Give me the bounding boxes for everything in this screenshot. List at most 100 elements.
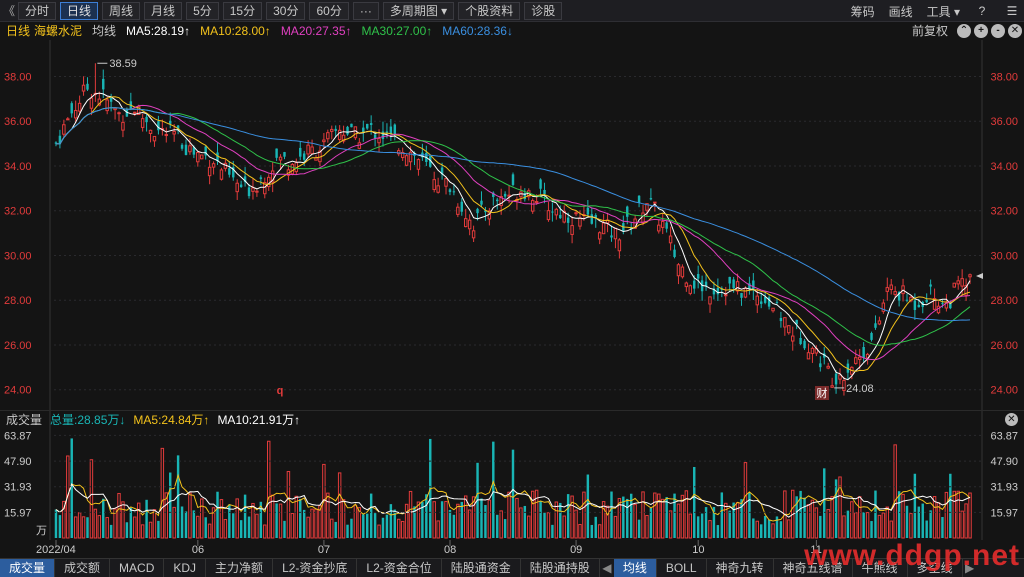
volume-title: 成交量 <box>6 413 43 427</box>
volume-bar-down <box>425 494 428 538</box>
candle-body-up <box>676 264 681 277</box>
volume-bar-up <box>578 524 582 539</box>
tab-7[interactable]: 陆股通资金 <box>442 559 521 577</box>
volume-bar-down <box>874 490 877 538</box>
tab-right-1[interactable]: BOLL <box>657 559 707 577</box>
volume-bar-up <box>668 510 673 539</box>
volume-bar-up <box>160 447 165 539</box>
volume-bar-up <box>680 494 685 539</box>
tab-6[interactable]: L2-资金合位 <box>357 559 442 577</box>
date-label: 06 <box>192 544 204 556</box>
tab-0[interactable]: 成交量 <box>0 559 56 577</box>
volume-tick-right: 15.97 <box>990 507 1018 519</box>
volume-bar-down <box>665 497 668 538</box>
volume-bar-up <box>330 518 334 539</box>
volume-bar-down <box>673 493 676 538</box>
ma60-line <box>55 107 971 322</box>
volume-bar-down <box>763 515 767 538</box>
current-price-marker <box>976 273 983 279</box>
candle-body-down <box>779 317 783 322</box>
candle-body-up <box>791 335 795 342</box>
candle-body-up <box>121 121 125 131</box>
date-label: 10 <box>692 544 704 556</box>
volume-bar-down <box>720 492 724 538</box>
candle-body-down <box>503 193 507 197</box>
volume-bar-up <box>188 492 192 539</box>
volume-bar-up <box>964 503 968 539</box>
volume-bar-up <box>842 515 846 539</box>
volume-bar-down <box>145 499 148 538</box>
volume-close-icon[interactable]: ✕ <box>1005 413 1018 426</box>
tab-2[interactable]: MACD <box>110 559 165 577</box>
volume-bar-up <box>140 524 145 539</box>
candle-body-up <box>885 287 890 292</box>
candle-body-down <box>649 198 653 200</box>
volume-bar-up <box>944 491 949 539</box>
volume-bar-down <box>70 438 73 538</box>
candle-body-down <box>145 116 148 123</box>
tab-right-0[interactable]: 均线 <box>613 559 657 577</box>
volume-bar-down <box>752 518 755 538</box>
volume-bar-down <box>559 502 562 538</box>
volume-bar-down <box>728 510 731 538</box>
volume-bar-up <box>408 490 413 539</box>
tab-right-2[interactable]: 神奇九转 <box>707 559 774 577</box>
tab-4[interactable]: 主力净额 <box>206 559 274 577</box>
volume-bar-down <box>637 519 641 538</box>
volume-bar-down <box>275 503 278 538</box>
price-tick-left: 38.00 <box>4 71 32 83</box>
volume-bar-up <box>467 509 472 539</box>
candle-body-up <box>326 132 330 140</box>
volume-bar-up <box>956 490 960 539</box>
candle-body-down <box>870 333 873 340</box>
candle-body-up <box>471 230 476 239</box>
candle-body-down <box>673 249 676 258</box>
volume-bar-up <box>645 515 649 539</box>
volume-bar-up <box>251 502 255 539</box>
candle-body-up <box>105 99 109 112</box>
candle-body-up <box>574 212 578 215</box>
volume-bar-down <box>389 504 393 538</box>
candle-body-up <box>668 235 673 244</box>
price-tick-right: 28.00 <box>990 295 1018 307</box>
volume-bar-up <box>219 499 224 539</box>
candle-body-up <box>507 194 511 197</box>
volume-bar-up <box>688 513 693 539</box>
volume-bar-up <box>562 515 566 539</box>
volume-bar-down <box>440 501 444 538</box>
volume-bar-up <box>148 521 153 539</box>
volume-bar-up <box>574 509 578 539</box>
volume-bar-up <box>432 501 436 539</box>
candle-body-down <box>862 347 865 358</box>
candle-body-up <box>133 111 137 114</box>
volume-bar-down <box>283 520 286 538</box>
ma10-line <box>55 96 971 372</box>
volume-bar-up <box>641 491 645 539</box>
tab-3[interactable]: KDJ <box>164 559 207 577</box>
volume-bar-up <box>207 523 212 539</box>
volume-bar-up <box>353 504 358 539</box>
candle-body-down <box>385 131 389 133</box>
candle-body-down <box>834 373 838 385</box>
candle-body-down <box>917 304 921 308</box>
candle-body-down <box>373 134 377 139</box>
kline-chart[interactable]: 38.00 38.00 36.00 36.00 34.00 34.00 32.00 32.00… <box>0 0 1024 577</box>
tab-8[interactable]: 陆股通持股 <box>521 559 600 577</box>
tab-1[interactable]: 成交额 <box>55 559 111 577</box>
candle-body-down <box>180 144 184 149</box>
candle-body-up <box>164 134 169 137</box>
tab-5[interactable]: L2-资金抄底 <box>273 559 358 577</box>
candle-body-down <box>369 123 373 125</box>
candle-body-down <box>480 200 483 205</box>
volume-bar-up <box>404 503 409 539</box>
candle-body-down <box>874 323 877 328</box>
volume-bar-down <box>929 510 932 538</box>
candle-body-down <box>626 206 629 217</box>
volume-bar-up <box>865 512 870 539</box>
volume-tick-left: 15.97 <box>4 507 32 519</box>
tabs-prev-icon[interactable]: ◀ <box>600 559 614 577</box>
candle-body-up <box>787 325 791 334</box>
candle-body-up <box>290 163 295 175</box>
volume-bar-up <box>806 504 811 539</box>
candle-body-up <box>826 365 830 369</box>
